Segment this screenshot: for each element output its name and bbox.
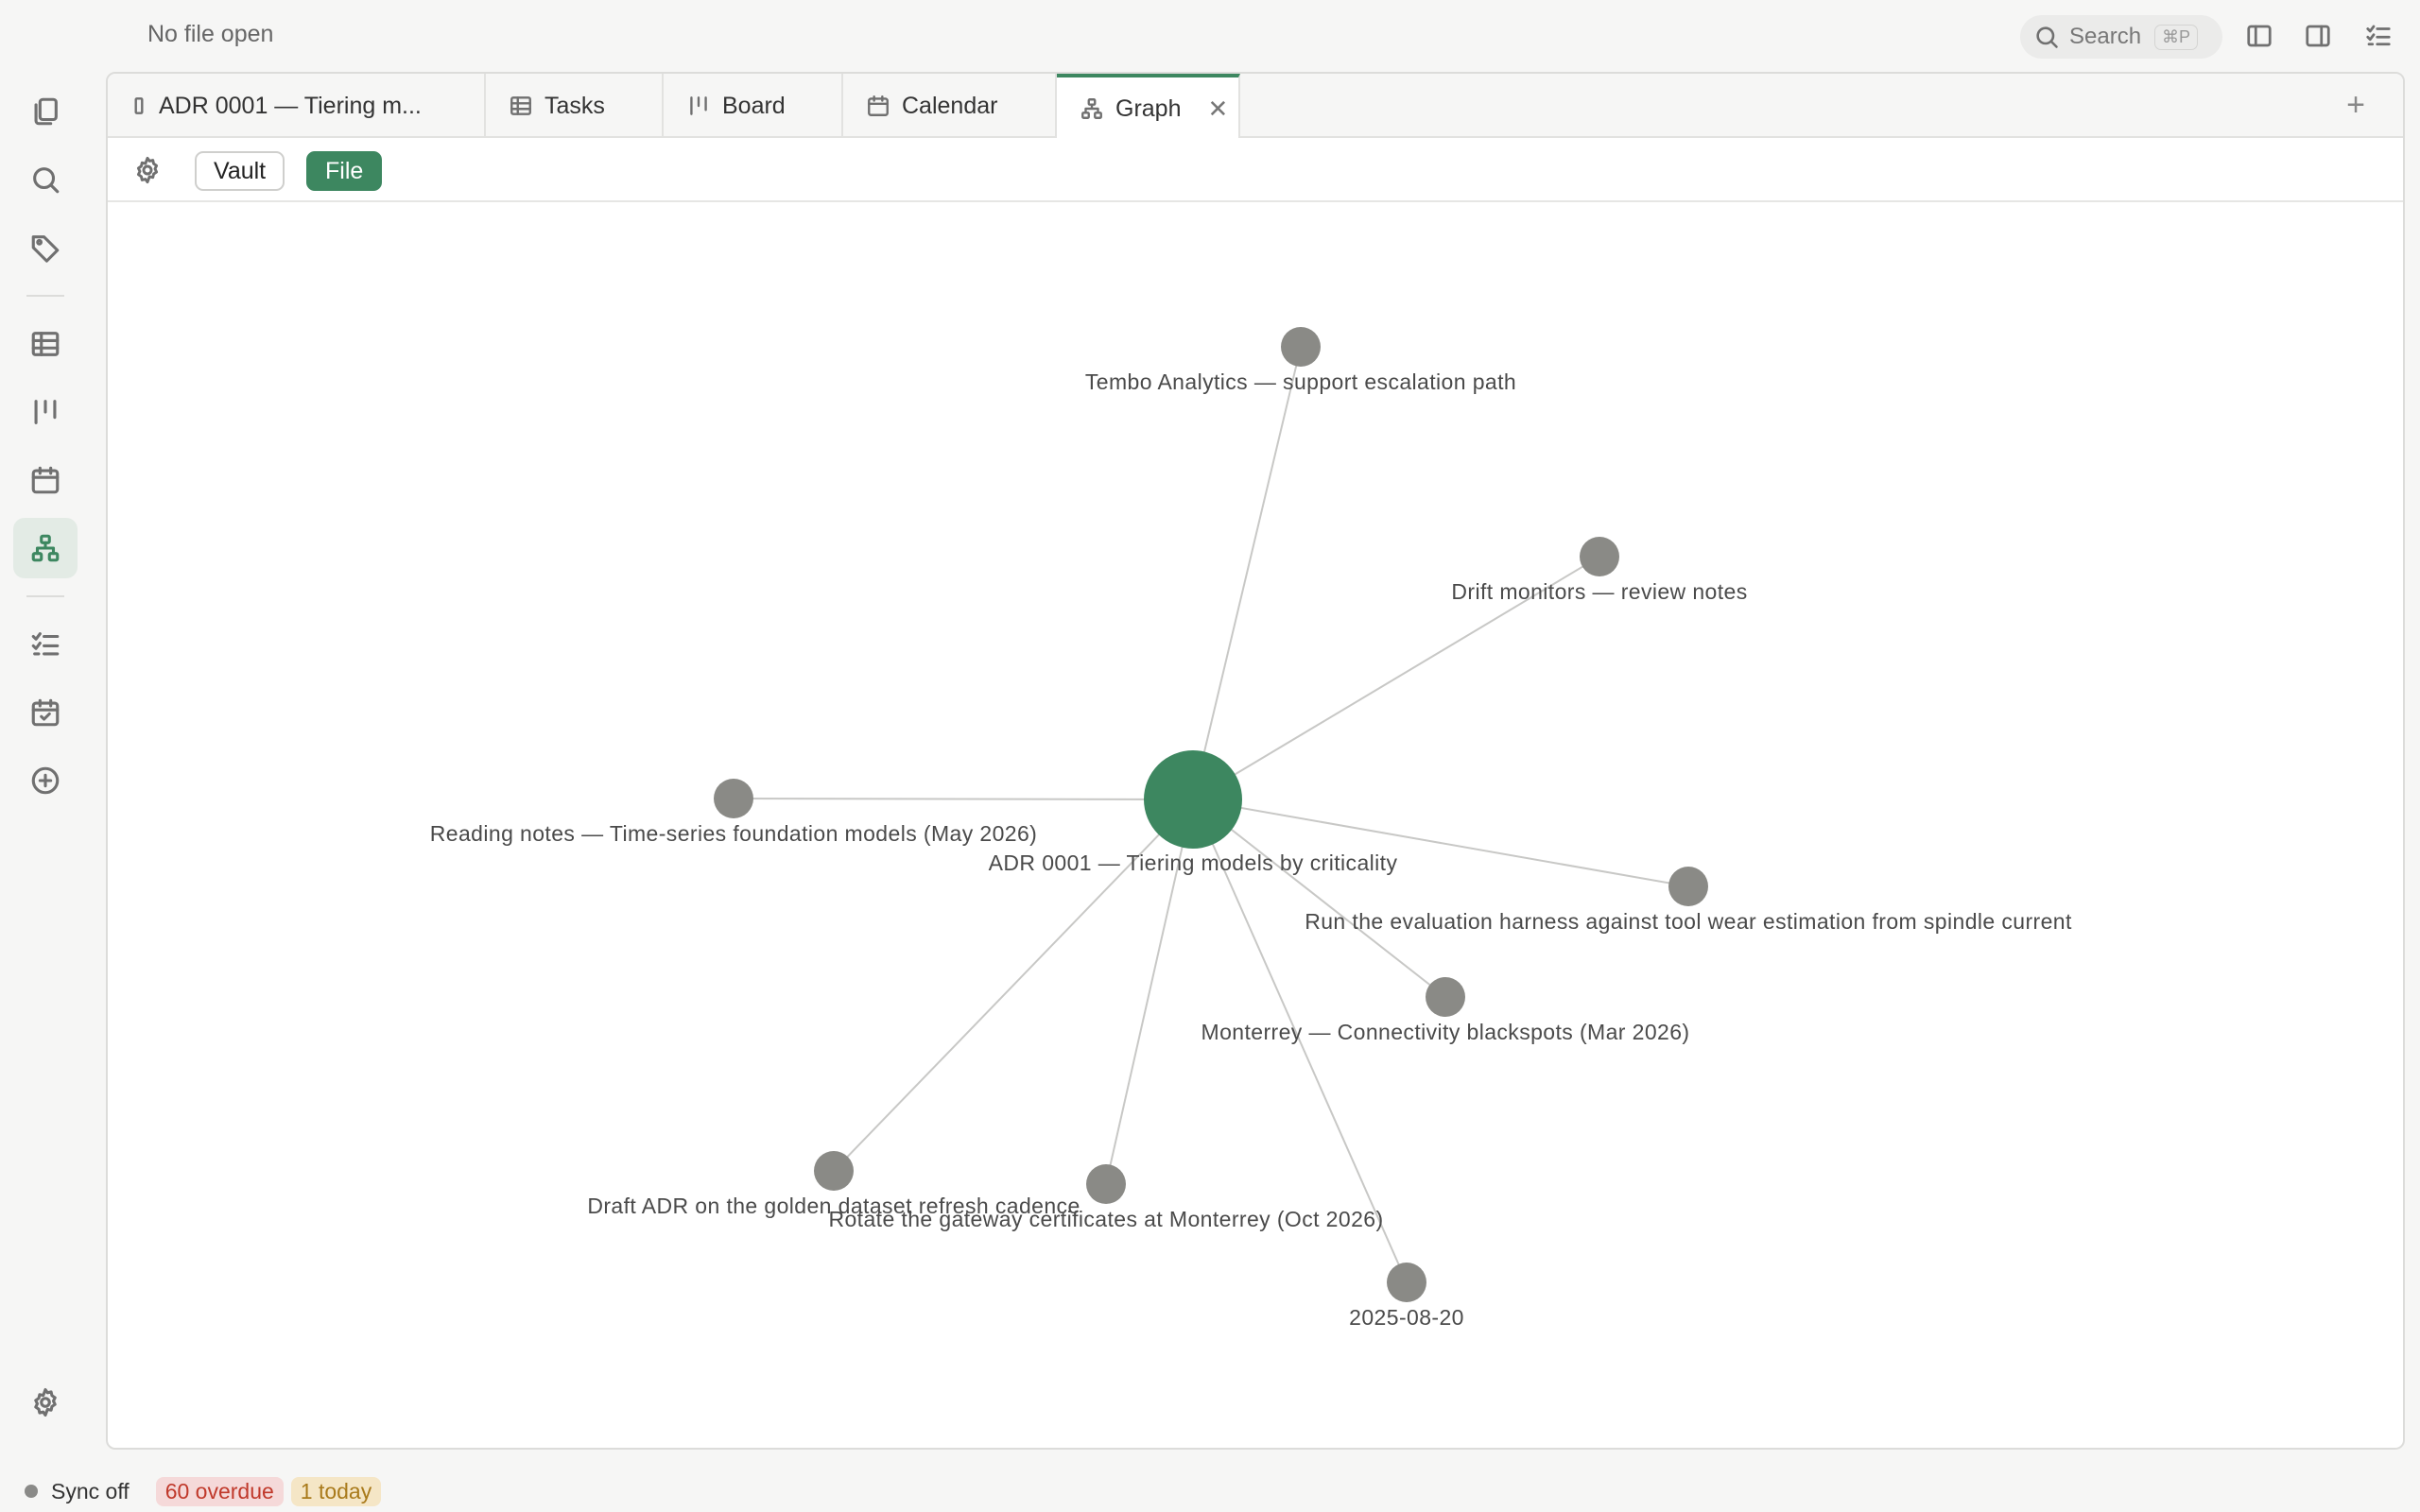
title-bar: No file open Search ⌘P bbox=[0, 0, 2420, 72]
graph-node[interactable] bbox=[814, 1151, 854, 1191]
board-icon bbox=[34, 400, 57, 424]
ribbon-tasks-button[interactable] bbox=[13, 614, 78, 675]
tab-label: ADR 0001 — Tiering m... bbox=[159, 92, 422, 119]
tab-graph[interactable]: Graph ✕ bbox=[1057, 74, 1240, 140]
file-icon bbox=[134, 97, 144, 114]
ribbon-table-button[interactable] bbox=[13, 314, 78, 374]
sync-status[interactable]: Sync off bbox=[51, 1479, 130, 1504]
search-shortcut: ⌘P bbox=[2154, 24, 2199, 50]
graph-node-label: Rotate the gateway certificates at Monte… bbox=[828, 1207, 1383, 1231]
file-scope-button[interactable]: File bbox=[306, 151, 383, 191]
graph-node[interactable] bbox=[1668, 867, 1708, 906]
calendar-icon bbox=[868, 95, 889, 116]
graph-svg[interactable]: Tembo Analytics — support escalation pat… bbox=[108, 202, 2403, 1448]
graph-icon bbox=[31, 534, 60, 562]
main-pane: ADR 0001 — Tiering m... Tasks Board Cale… bbox=[106, 72, 2405, 1450]
graph-canvas[interactable]: Tembo Analytics — support escalation pat… bbox=[108, 202, 2403, 1448]
status-bar: Sync off 60 overdue 1 today bbox=[0, 1470, 2420, 1512]
gear-icon bbox=[34, 1387, 57, 1418]
right-sidebar-icon bbox=[2306, 25, 2330, 47]
toggle-left-sidebar-button[interactable] bbox=[2242, 19, 2276, 53]
ribbon-calendar-button[interactable] bbox=[13, 450, 78, 510]
graph-node-label: Monterrey — Connectivity blackspots (Mar… bbox=[1201, 1020, 1690, 1044]
ribbon-divider bbox=[26, 595, 64, 597]
tab-label: Graph bbox=[1115, 94, 1182, 122]
graph-node[interactable] bbox=[1426, 977, 1465, 1017]
tab-calendar[interactable]: Calendar bbox=[843, 74, 1057, 138]
new-tab-button[interactable]: + bbox=[2346, 87, 2365, 124]
search-button[interactable]: Search ⌘P bbox=[2020, 15, 2222, 59]
ribbon-board-button[interactable] bbox=[13, 382, 78, 442]
graph-node-label: Reading notes — Time-series foundation m… bbox=[430, 821, 1037, 846]
ribbon-divider bbox=[26, 295, 64, 297]
graph-node[interactable] bbox=[1281, 327, 1321, 367]
search-icon bbox=[2036, 26, 2058, 48]
graph-node-label: Drift monitors — review notes bbox=[1451, 579, 1747, 604]
task-list-button[interactable] bbox=[2361, 19, 2395, 53]
ribbon-add-button[interactable] bbox=[13, 750, 78, 811]
graph-edge bbox=[1192, 346, 1302, 800]
toggle-right-sidebar-button[interactable] bbox=[2301, 19, 2335, 53]
ribbon-search-button[interactable] bbox=[13, 149, 78, 210]
graph-center-label: ADR 0001 — Tiering models by criticality bbox=[989, 850, 1398, 875]
ribbon-daily-note-button[interactable] bbox=[13, 682, 78, 743]
plus-circle-icon bbox=[31, 766, 60, 795]
left-ribbon bbox=[0, 72, 91, 1470]
tab-label: Calendar bbox=[902, 92, 998, 119]
graph-node[interactable] bbox=[1086, 1164, 1126, 1204]
today-badge[interactable]: 1 today bbox=[290, 1476, 382, 1506]
board-icon bbox=[690, 96, 707, 115]
sync-status-dot bbox=[25, 1485, 38, 1498]
graph-node[interactable] bbox=[714, 779, 753, 818]
graph-node-label: Tembo Analytics — support escalation pat… bbox=[1085, 369, 1516, 394]
table-icon bbox=[31, 332, 60, 356]
tab-adr-0001[interactable]: ADR 0001 — Tiering m... bbox=[108, 74, 486, 138]
search-icon bbox=[33, 167, 60, 194]
table-icon bbox=[510, 96, 531, 115]
graph-node-label: Run the evaluation harness against tool … bbox=[1305, 909, 2072, 934]
graph-node-label: 2025-08-20 bbox=[1349, 1305, 1464, 1330]
search-label: Search bbox=[2069, 24, 2142, 49]
ribbon-settings-button[interactable] bbox=[13, 1372, 78, 1433]
checklist-icon bbox=[2366, 25, 2391, 46]
ribbon-graph-button[interactable] bbox=[13, 518, 78, 578]
tab-bar: ADR 0001 — Tiering m... Tasks Board Cale… bbox=[108, 74, 2403, 140]
tab-board[interactable]: Board bbox=[664, 74, 843, 138]
gear-icon bbox=[136, 156, 159, 184]
ribbon-files-button[interactable] bbox=[13, 81, 78, 142]
tag-icon bbox=[31, 235, 60, 263]
overdue-badge[interactable]: 60 overdue bbox=[155, 1476, 284, 1506]
left-sidebar-icon bbox=[2247, 25, 2272, 47]
close-icon[interactable]: ✕ bbox=[1207, 94, 1228, 124]
file-title: No file open bbox=[147, 21, 274, 47]
graph-settings-button[interactable] bbox=[132, 155, 163, 190]
calendar-check-icon bbox=[31, 698, 60, 727]
tab-tasks[interactable]: Tasks bbox=[486, 74, 664, 138]
graph-node[interactable] bbox=[1580, 537, 1619, 576]
calendar-icon bbox=[31, 466, 60, 494]
graph-node[interactable] bbox=[1387, 1263, 1426, 1302]
ribbon-tags-button[interactable] bbox=[13, 217, 78, 278]
files-icon bbox=[34, 97, 58, 126]
graph-toolbar: Vault File bbox=[108, 138, 2403, 202]
checklist-icon bbox=[31, 632, 60, 656]
graph-icon bbox=[1081, 98, 1102, 119]
tab-label: Board bbox=[722, 92, 786, 119]
vault-scope-button[interactable]: Vault bbox=[195, 151, 285, 191]
tab-label: Tasks bbox=[544, 92, 605, 119]
graph-center-node[interactable] bbox=[1144, 750, 1242, 849]
